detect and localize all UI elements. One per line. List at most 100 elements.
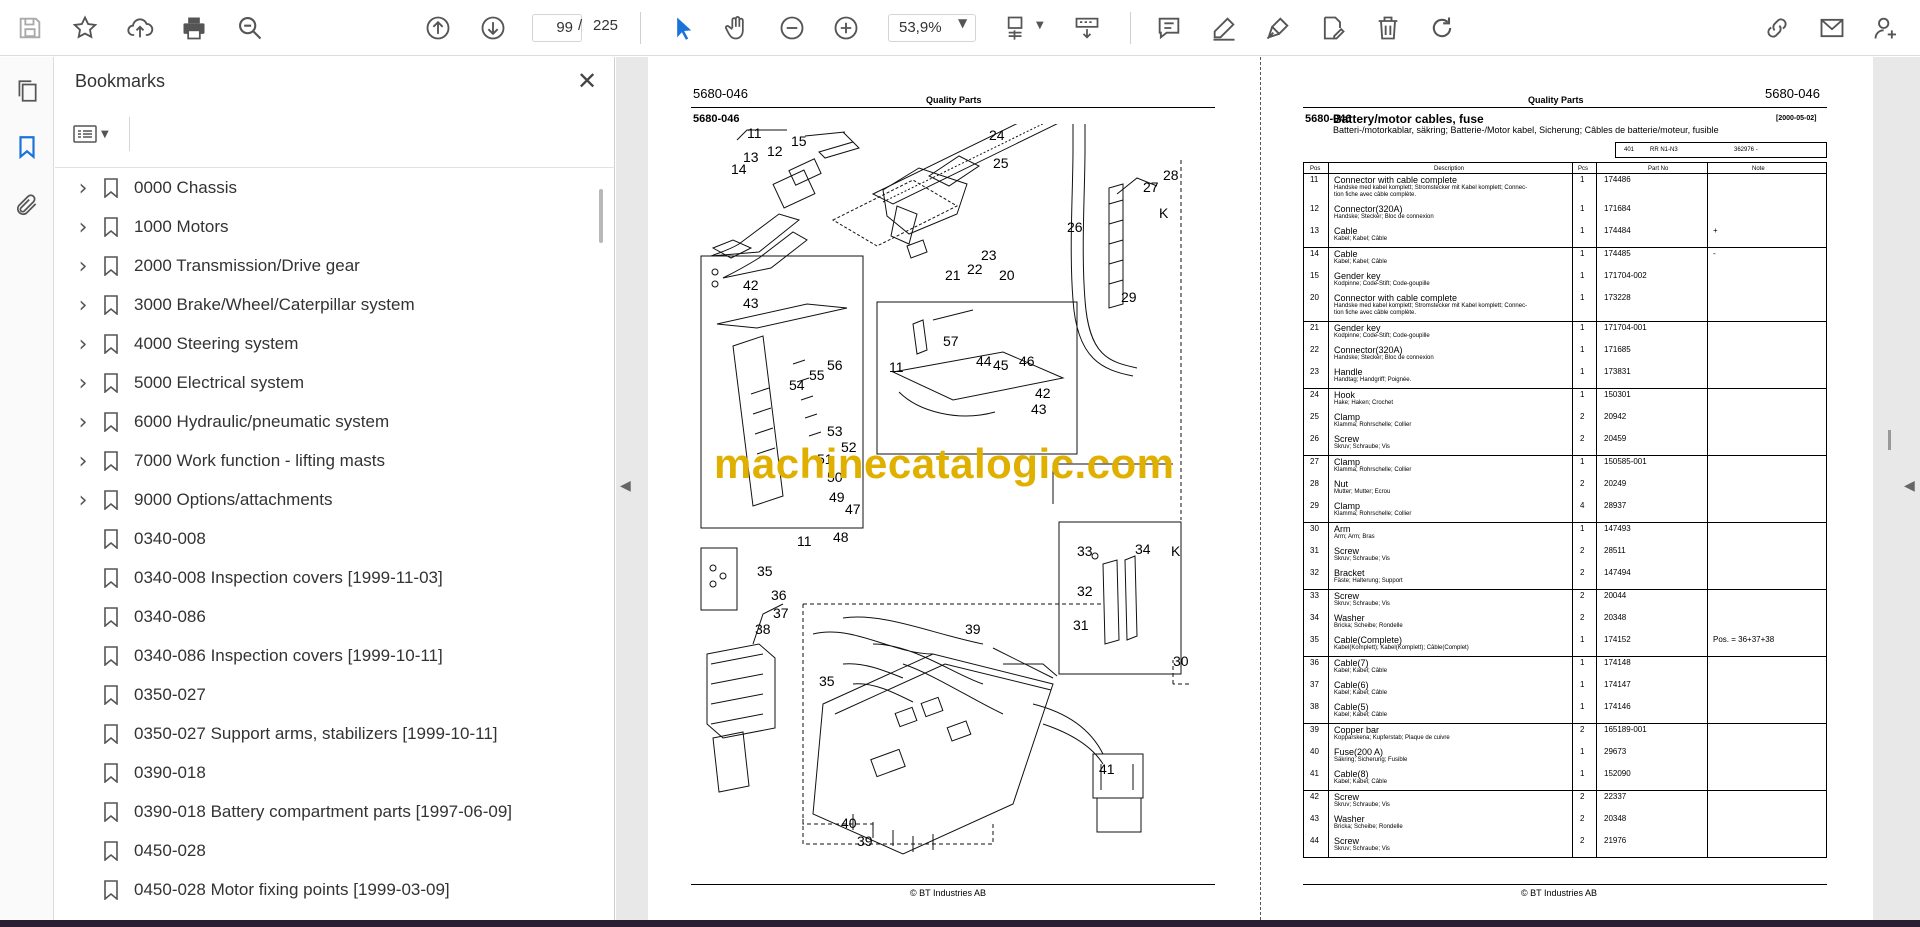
- scrollbar-grip[interactable]: [1888, 430, 1891, 450]
- parts-row-group: 36 Cable(7) Kabel; Kabel; Câble 1 174148 37 Ca…: [1303, 657, 1827, 724]
- delete-icon[interactable]: [1368, 8, 1408, 48]
- svg-text:32: 32: [1077, 583, 1093, 599]
- zoom-out-icon[interactable]: [772, 8, 812, 48]
- chevron-right-icon[interactable]: ›: [70, 488, 96, 513]
- svg-text:27: 27: [1143, 179, 1159, 195]
- chevron-right-icon[interactable]: ›: [70, 215, 96, 240]
- bookmark-item[interactable]: › 9000 Options/attachments: [65, 482, 585, 518]
- comment-icon[interactable]: [1149, 8, 1189, 48]
- page-thumbnails-icon[interactable]: [9, 73, 45, 109]
- table-row: 25 Clamp Klamma; Rohrschelle; Collier 2 2094…: [1304, 411, 1826, 433]
- cell-pcs: 2: [1580, 412, 1585, 421]
- bookmark-item[interactable]: › 7000 Work function - lifting masts: [65, 443, 585, 479]
- share-link-icon[interactable]: [1757, 8, 1797, 48]
- select-cursor-icon[interactable]: [663, 8, 703, 48]
- bookmark-item[interactable]: › 4000 Steering system: [65, 326, 585, 362]
- fit-page-icon[interactable]: [998, 8, 1038, 48]
- bookmark-item[interactable]: 0390-018 Battery compartment parts [1997…: [65, 794, 585, 830]
- cell-pos: 23: [1310, 367, 1319, 376]
- bookmark-item[interactable]: › 1000 Motors: [65, 209, 585, 245]
- bookmark-item[interactable]: 0340-008: [65, 521, 585, 557]
- svg-text:24: 24: [989, 127, 1005, 143]
- bookmark-scrollbar-thumb[interactable]: [599, 189, 603, 243]
- bookmark-item[interactable]: › 3000 Brake/Wheel/Caterpillar system: [65, 287, 585, 323]
- bookmark-item[interactable]: 0340-086 Inspection covers [1999-10-11]: [65, 638, 585, 674]
- chevron-right-icon[interactable]: ›: [70, 293, 96, 318]
- cell-pcs: 1: [1580, 747, 1585, 756]
- bookmark-item[interactable]: 0340-086: [65, 599, 585, 635]
- attachment-icon[interactable]: [9, 187, 45, 223]
- print-icon[interactable]: [174, 8, 214, 48]
- bookmark-item[interactable]: 0450-028 Motor fixing points [1999-03-09…: [65, 872, 585, 908]
- fit-dropdown-caret[interactable]: ▼: [1036, 20, 1044, 31]
- cell-pos: 37: [1310, 680, 1319, 689]
- sign-pen-icon[interactable]: [1258, 8, 1298, 48]
- hand-tool-icon[interactable]: [717, 8, 757, 48]
- bookmark-item[interactable]: 0450-028: [65, 833, 585, 869]
- zoom-in-icon[interactable]: [826, 8, 866, 48]
- scroll-mode-icon[interactable]: [1067, 8, 1107, 48]
- cell-pcs: 1: [1580, 680, 1585, 689]
- bookmark-options-button[interactable]: ▼: [73, 119, 123, 149]
- chevron-right-icon[interactable]: ›: [70, 332, 96, 357]
- table-row: 24 Hook Hake; Haken; Crochet 1 150301: [1304, 389, 1826, 411]
- cell-pos: 32: [1310, 568, 1319, 577]
- bookmark-item[interactable]: › 0000 Chassis: [65, 170, 585, 206]
- svg-text:55: 55: [809, 367, 825, 383]
- cell-part-no: 174146: [1604, 702, 1631, 711]
- cell-pos: 41: [1310, 769, 1319, 778]
- collapse-left-panel-icon[interactable]: ◀: [620, 478, 631, 494]
- zoom-search-icon[interactable]: [230, 8, 270, 48]
- bookmark-label: 0340-086 Inspection covers [1999-10-11]: [134, 646, 443, 665]
- chevron-right-icon[interactable]: ›: [70, 449, 96, 474]
- svg-text:56: 56: [827, 357, 843, 373]
- bookmark-item[interactable]: 0340-008 Inspection covers [1999-11-03]: [65, 560, 585, 596]
- chevron-right-icon[interactable]: ›: [70, 410, 96, 435]
- chevron-right-icon[interactable]: ›: [70, 176, 96, 201]
- bookmark-item[interactable]: 0390-018: [65, 755, 585, 791]
- bookmark-label: 0340-008: [134, 529, 206, 548]
- bookmark-item[interactable]: › 2000 Transmission/Drive gear: [65, 248, 585, 284]
- svg-text:14: 14: [731, 161, 747, 177]
- cell-description: Screw: [1334, 434, 1360, 444]
- bookmark-icon[interactable]: [9, 129, 45, 165]
- redo-icon[interactable]: [1422, 8, 1462, 48]
- cell-pos: 27: [1310, 457, 1319, 466]
- chevron-right-icon[interactable]: ›: [70, 254, 96, 279]
- svg-text:26: 26: [1067, 219, 1083, 235]
- bookmark-item[interactable]: 0350-027 Support arms, stabilizers [1999…: [65, 716, 585, 752]
- upload-cloud-icon[interactable]: [120, 8, 160, 48]
- chevron-right-icon[interactable]: ›: [70, 371, 96, 396]
- email-icon[interactable]: [1812, 8, 1852, 48]
- page-down-icon[interactable]: [473, 8, 513, 48]
- cell-part-no: 150585-001: [1604, 457, 1647, 466]
- highlight-pen-icon[interactable]: [1204, 8, 1244, 48]
- chevron-down-icon[interactable]: ▼: [958, 16, 967, 30]
- info-model: 401: [1624, 147, 1635, 153]
- bookmark-item[interactable]: › 6000 Hydraulic/pneumatic system: [65, 404, 585, 440]
- add-user-icon[interactable]: [1866, 8, 1906, 48]
- table-row: 15 Gender key Kodpinne; Code-Stift; Code-g…: [1304, 270, 1826, 292]
- bookmark-ribbon-icon: [96, 724, 126, 744]
- page-number-input[interactable]: 99: [532, 14, 582, 42]
- cell-description: Gender key: [1334, 323, 1381, 333]
- table-row: 35 Cable(Complete) Kabel(Komplett); Kabel(…: [1304, 634, 1826, 656]
- page-up-icon[interactable]: [418, 8, 458, 48]
- close-icon[interactable]: ✕: [573, 67, 601, 95]
- cell-pos: 11: [1310, 175, 1319, 184]
- panel-title: Bookmarks: [75, 71, 166, 91]
- save-icon[interactable]: [10, 8, 50, 48]
- cell-translation: Handske med kabel komplett; Stromstecker…: [1334, 303, 1528, 309]
- cell-translation: Handtag; Handgriff; Poignée.: [1334, 377, 1412, 383]
- bookmark-item[interactable]: 0350-027: [65, 677, 585, 713]
- cell-pos: 33: [1310, 591, 1319, 600]
- star-icon[interactable]: [65, 8, 105, 48]
- svg-text:53: 53: [827, 423, 843, 439]
- expand-right-panel-icon[interactable]: ◀: [1904, 478, 1915, 494]
- bookmark-item[interactable]: › 5000 Electrical system: [65, 365, 585, 401]
- cell-pcs: 2: [1580, 814, 1585, 823]
- edit-pdf-icon[interactable]: [1313, 8, 1353, 48]
- svg-text:21: 21: [945, 267, 961, 283]
- document-scrollbar[interactable]: [1874, 57, 1888, 920]
- cell-description: Copper bar: [1334, 725, 1380, 735]
